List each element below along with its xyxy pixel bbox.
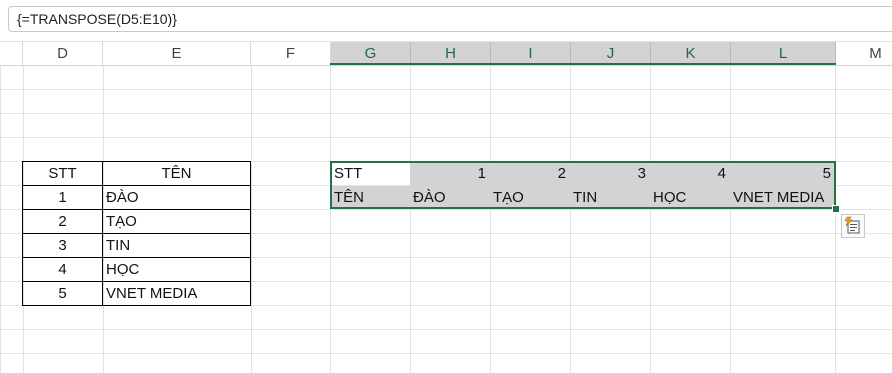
gridline: [650, 66, 651, 373]
cell-e9[interactable]: HỌC: [103, 258, 251, 282]
gridline: [330, 66, 331, 373]
gridline: [251, 66, 252, 373]
paste-options-icon: [844, 216, 860, 234]
cell-e6[interactable]: ĐÀO: [103, 186, 251, 210]
gridline: [835, 66, 836, 373]
column-header-i[interactable]: I: [491, 42, 571, 65]
formula-input[interactable]: {=TRANSPOSE(D5:E10)}: [8, 6, 892, 32]
cell-e10[interactable]: VNET MEDIA: [103, 282, 251, 306]
gridline: [730, 66, 731, 373]
paste-options-button[interactable]: [841, 214, 865, 238]
column-header-m[interactable]: M: [836, 42, 892, 65]
cell-e8[interactable]: TIN: [103, 234, 251, 258]
gridline: [570, 66, 571, 373]
column-header-j[interactable]: J: [571, 42, 651, 65]
formula-text: {=TRANSPOSE(D5:E10)}: [17, 11, 177, 27]
column-header-l[interactable]: L: [731, 42, 836, 65]
cell-d6[interactable]: 1: [23, 186, 103, 210]
gridline: [410, 66, 411, 373]
selection-border: [330, 161, 836, 209]
column-header-g[interactable]: G: [331, 42, 411, 65]
cell-e7[interactable]: TẠO: [103, 210, 251, 234]
column-header-d[interactable]: D: [23, 42, 103, 65]
cell-d7[interactable]: 2: [23, 210, 103, 234]
column-header-f[interactable]: F: [251, 42, 331, 65]
gridline: [490, 66, 491, 373]
column-header-k[interactable]: K: [651, 42, 731, 65]
column-header-e[interactable]: E: [103, 42, 251, 65]
cell-d5[interactable]: STT: [23, 162, 103, 186]
formula-bar: {=TRANSPOSE(D5:E10)}: [0, 0, 892, 38]
cell-d9[interactable]: 4: [23, 258, 103, 282]
cell-d10[interactable]: 5: [23, 282, 103, 306]
column-header-h[interactable]: H: [411, 42, 491, 65]
cell-e5[interactable]: TÊN: [103, 162, 251, 186]
fill-handle[interactable]: [832, 205, 840, 213]
select-all-corner[interactable]: [0, 42, 23, 65]
selection-header-underline: [330, 63, 836, 65]
source-table: STT TÊN 1 ĐÀO 2 TẠO 3 TIN 4 HỌC 5 VNET M…: [22, 161, 251, 306]
cell-d8[interactable]: 3: [23, 234, 103, 258]
